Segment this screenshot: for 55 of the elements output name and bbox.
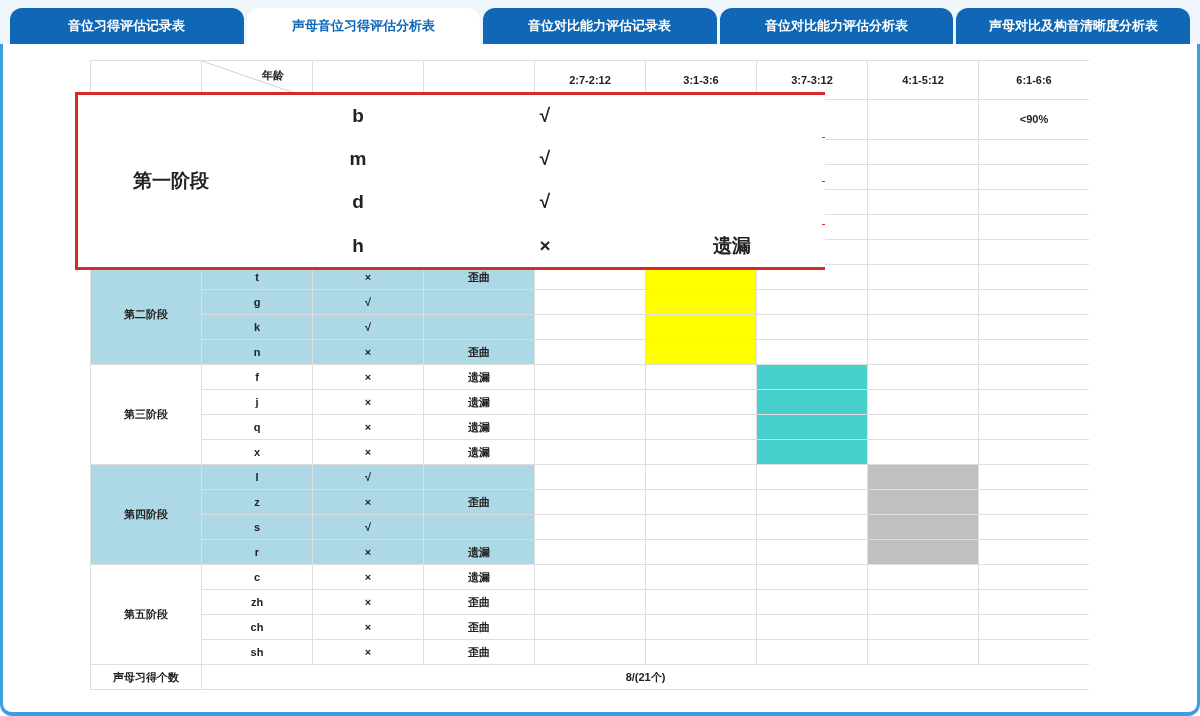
table-cell: x xyxy=(202,440,312,464)
table-cell: 歪曲 xyxy=(424,340,534,364)
table-cell: sh xyxy=(202,640,312,664)
table-cell: × xyxy=(313,590,423,614)
table-cell: 遗漏 xyxy=(424,365,534,389)
table-cell: 歪曲 xyxy=(424,640,534,664)
table-cell: q xyxy=(202,415,312,439)
table-cell: f xyxy=(202,365,312,389)
table-cell: 遗漏 xyxy=(424,390,534,414)
table-cell: √ xyxy=(313,515,423,539)
table-cell: × xyxy=(313,615,423,639)
table-cell: l xyxy=(202,465,312,489)
stage-label: 第四阶段 xyxy=(91,465,201,564)
row-label: 声母习得个数 xyxy=(91,665,201,689)
table-cell: k xyxy=(202,315,312,339)
table-cell: × xyxy=(313,440,423,464)
table-cell: r xyxy=(202,540,312,564)
stage-label: 第三阶段 xyxy=(91,365,201,464)
table-cell: ch xyxy=(202,615,312,639)
stage-label: 第五阶段 xyxy=(91,565,201,664)
table-cell: <90% xyxy=(979,100,1089,139)
table-cell: 遗漏 xyxy=(424,540,534,564)
table-cell: 遗漏 xyxy=(424,565,534,589)
table-cell: × xyxy=(313,640,423,664)
table-cell: × xyxy=(313,565,423,589)
table-cell: zh xyxy=(202,590,312,614)
table-cell: √ xyxy=(313,465,423,489)
table-cell: × xyxy=(313,340,423,364)
tab[interactable]: 音位对比能力评估分析表 xyxy=(719,8,954,44)
table-cell: × xyxy=(313,540,423,564)
table-cell: s xyxy=(202,515,312,539)
table-cell: × xyxy=(313,415,423,439)
column-header: 4:1-5:12 xyxy=(868,61,978,99)
table-cell: 歪曲 xyxy=(424,490,534,514)
table-cell: × xyxy=(313,490,423,514)
table-cell: z xyxy=(202,490,312,514)
tab[interactable]: 音位对比能力评估记录表 xyxy=(483,8,717,44)
table-cell: √ xyxy=(313,290,423,314)
tab[interactable]: 音位习得评估记录表 xyxy=(10,8,244,44)
table-cell: n xyxy=(202,340,312,364)
table-cell: × xyxy=(313,390,423,414)
table-cell: 歪曲 xyxy=(424,615,534,639)
column-header: 6:1-6:6 xyxy=(979,61,1089,99)
column-header: 年龄 xyxy=(262,68,284,83)
table-cell: j xyxy=(202,390,312,414)
table-cell: 8/(21个) xyxy=(202,665,1089,689)
table-cell: √ xyxy=(313,315,423,339)
table-cell: 遗漏 xyxy=(424,440,534,464)
table-cell: c xyxy=(202,565,312,589)
table-cell: × xyxy=(313,365,423,389)
tab[interactable]: 声母音位习得评估分析表 xyxy=(246,8,481,44)
table-cell: 遗漏 xyxy=(424,415,534,439)
tab[interactable]: 声母对比及构音清晰度分析表 xyxy=(956,8,1190,44)
table-cell: g xyxy=(202,290,312,314)
table-cell: 歪曲 xyxy=(424,590,534,614)
